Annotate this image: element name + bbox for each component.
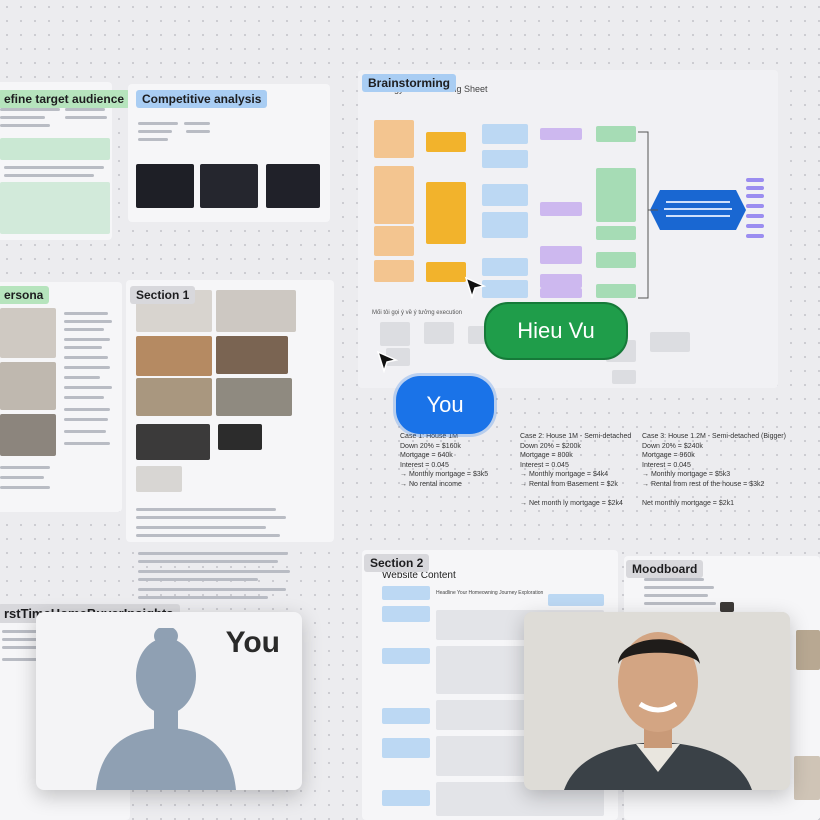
- participant-video-hieu: [524, 612, 790, 790]
- frame-label-persona[interactable]: ersona: [0, 286, 50, 304]
- section1-photo-4: [216, 336, 288, 374]
- avatar-placeholder-icon: [96, 628, 236, 790]
- cursor-label-you: You: [396, 376, 494, 434]
- case-2-title: Case 2: House 1M - Semi-detached: [520, 433, 632, 440]
- section1-video-2[interactable]: [218, 424, 262, 450]
- section1-photo-6: [216, 378, 292, 416]
- case-3-title: Case 3: House 1.2M - Semi-detached (Bigg…: [642, 433, 786, 440]
- cursor-arrow-you-icon: [376, 350, 398, 374]
- cursor-arrow-hieu-icon: [464, 276, 486, 300]
- persona-photo-2: [0, 362, 56, 410]
- frame-label-section1[interactable]: Section 1: [130, 286, 196, 304]
- cursor-label-hieu: Hieu Vu: [484, 302, 628, 360]
- frame-section1[interactable]: [126, 280, 334, 542]
- section1-video-3[interactable]: [136, 466, 182, 492]
- case-1: Case 1: House 1M Down 20% = $160k Mortga…: [400, 433, 489, 488]
- brainstorm-sub-heading: Mối tôi gọi ý về ý tưởng execution: [372, 310, 462, 316]
- competitor-screenshot-3: [266, 164, 320, 208]
- frame-label-define-target-audience[interactable]: efine target audience: [0, 90, 131, 108]
- persona-photo-3: [0, 414, 56, 456]
- frame-label-competitive-analysis[interactable]: Competitive analysis: [136, 90, 268, 108]
- frame-label-moodboard[interactable]: Moodboard: [626, 560, 704, 578]
- website-content-doc-title: Headline Your Homeowning Journey Explora…: [436, 590, 544, 596]
- video-self-label: You: [225, 626, 280, 659]
- persona-photo-1: [0, 308, 56, 358]
- video-tile-self[interactable]: You: [36, 612, 302, 790]
- video-tile-hieu[interactable]: [524, 612, 790, 790]
- competitor-screenshot-1: [136, 164, 194, 208]
- section1-photo-5: [136, 378, 212, 416]
- competitor-screenshot-2: [200, 164, 258, 208]
- case-3: Case 3: House 1.2M - Semi-detached (Bigg…: [642, 433, 786, 507]
- section1-video-1[interactable]: [136, 424, 210, 460]
- frame-label-brainstorming[interactable]: Brainstorming: [362, 74, 457, 92]
- frame-label-section2[interactable]: Section 2: [364, 554, 430, 572]
- section1-photo-3: [136, 336, 212, 376]
- case-2: Case 2: House 1M - Semi-detached Down 20…: [520, 433, 632, 507]
- strategy-hexagon[interactable]: [650, 190, 746, 230]
- frame-persona[interactable]: [0, 282, 122, 512]
- section1-photo-2: [216, 290, 296, 332]
